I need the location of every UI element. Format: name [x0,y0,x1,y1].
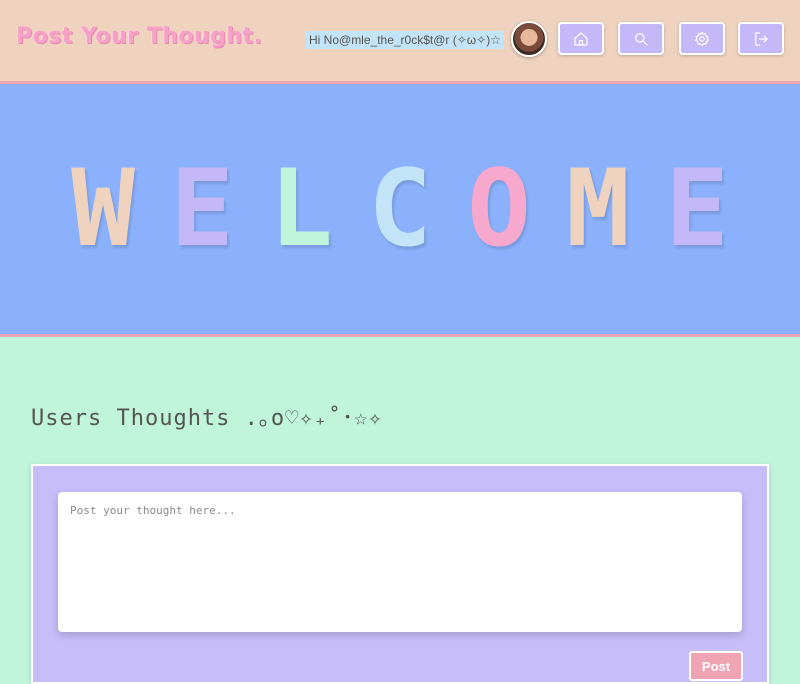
welcome-letter: E [665,147,729,270]
section-title: Users Thoughts .｡o♡✧₊˚･☆✧ [31,406,383,431]
user-greeting: Hi No@mle_the_r0ck$t@r (✧ω✧)☆ [306,31,504,49]
thought-input[interactable] [58,492,742,632]
site-logo[interactable]: Post Your Thought. [16,24,262,49]
logout-icon [755,31,768,46]
welcome-letter: M [566,147,630,270]
search-icon [635,32,648,46]
logout-button[interactable] [738,22,784,55]
home-button[interactable] [558,22,604,55]
gear-icon [695,31,709,46]
welcome-text: W E L C O M E [54,156,747,262]
search-button[interactable] [618,22,664,55]
welcome-letter: E [170,147,234,270]
header: Post Your Thought. Hi No@mle_the_r0ck$t@… [0,0,800,84]
welcome-letter: O [467,147,531,270]
welcome-banner: W E L C O M E [0,84,800,337]
welcome-letter: W [71,147,135,270]
home-icon [574,31,588,46]
avatar[interactable] [511,21,547,57]
post-button[interactable]: Post [689,651,743,681]
welcome-letter: C [368,147,432,270]
post-form: Post [31,464,769,684]
welcome-letter: L [269,147,333,270]
settings-button[interactable] [679,22,725,55]
